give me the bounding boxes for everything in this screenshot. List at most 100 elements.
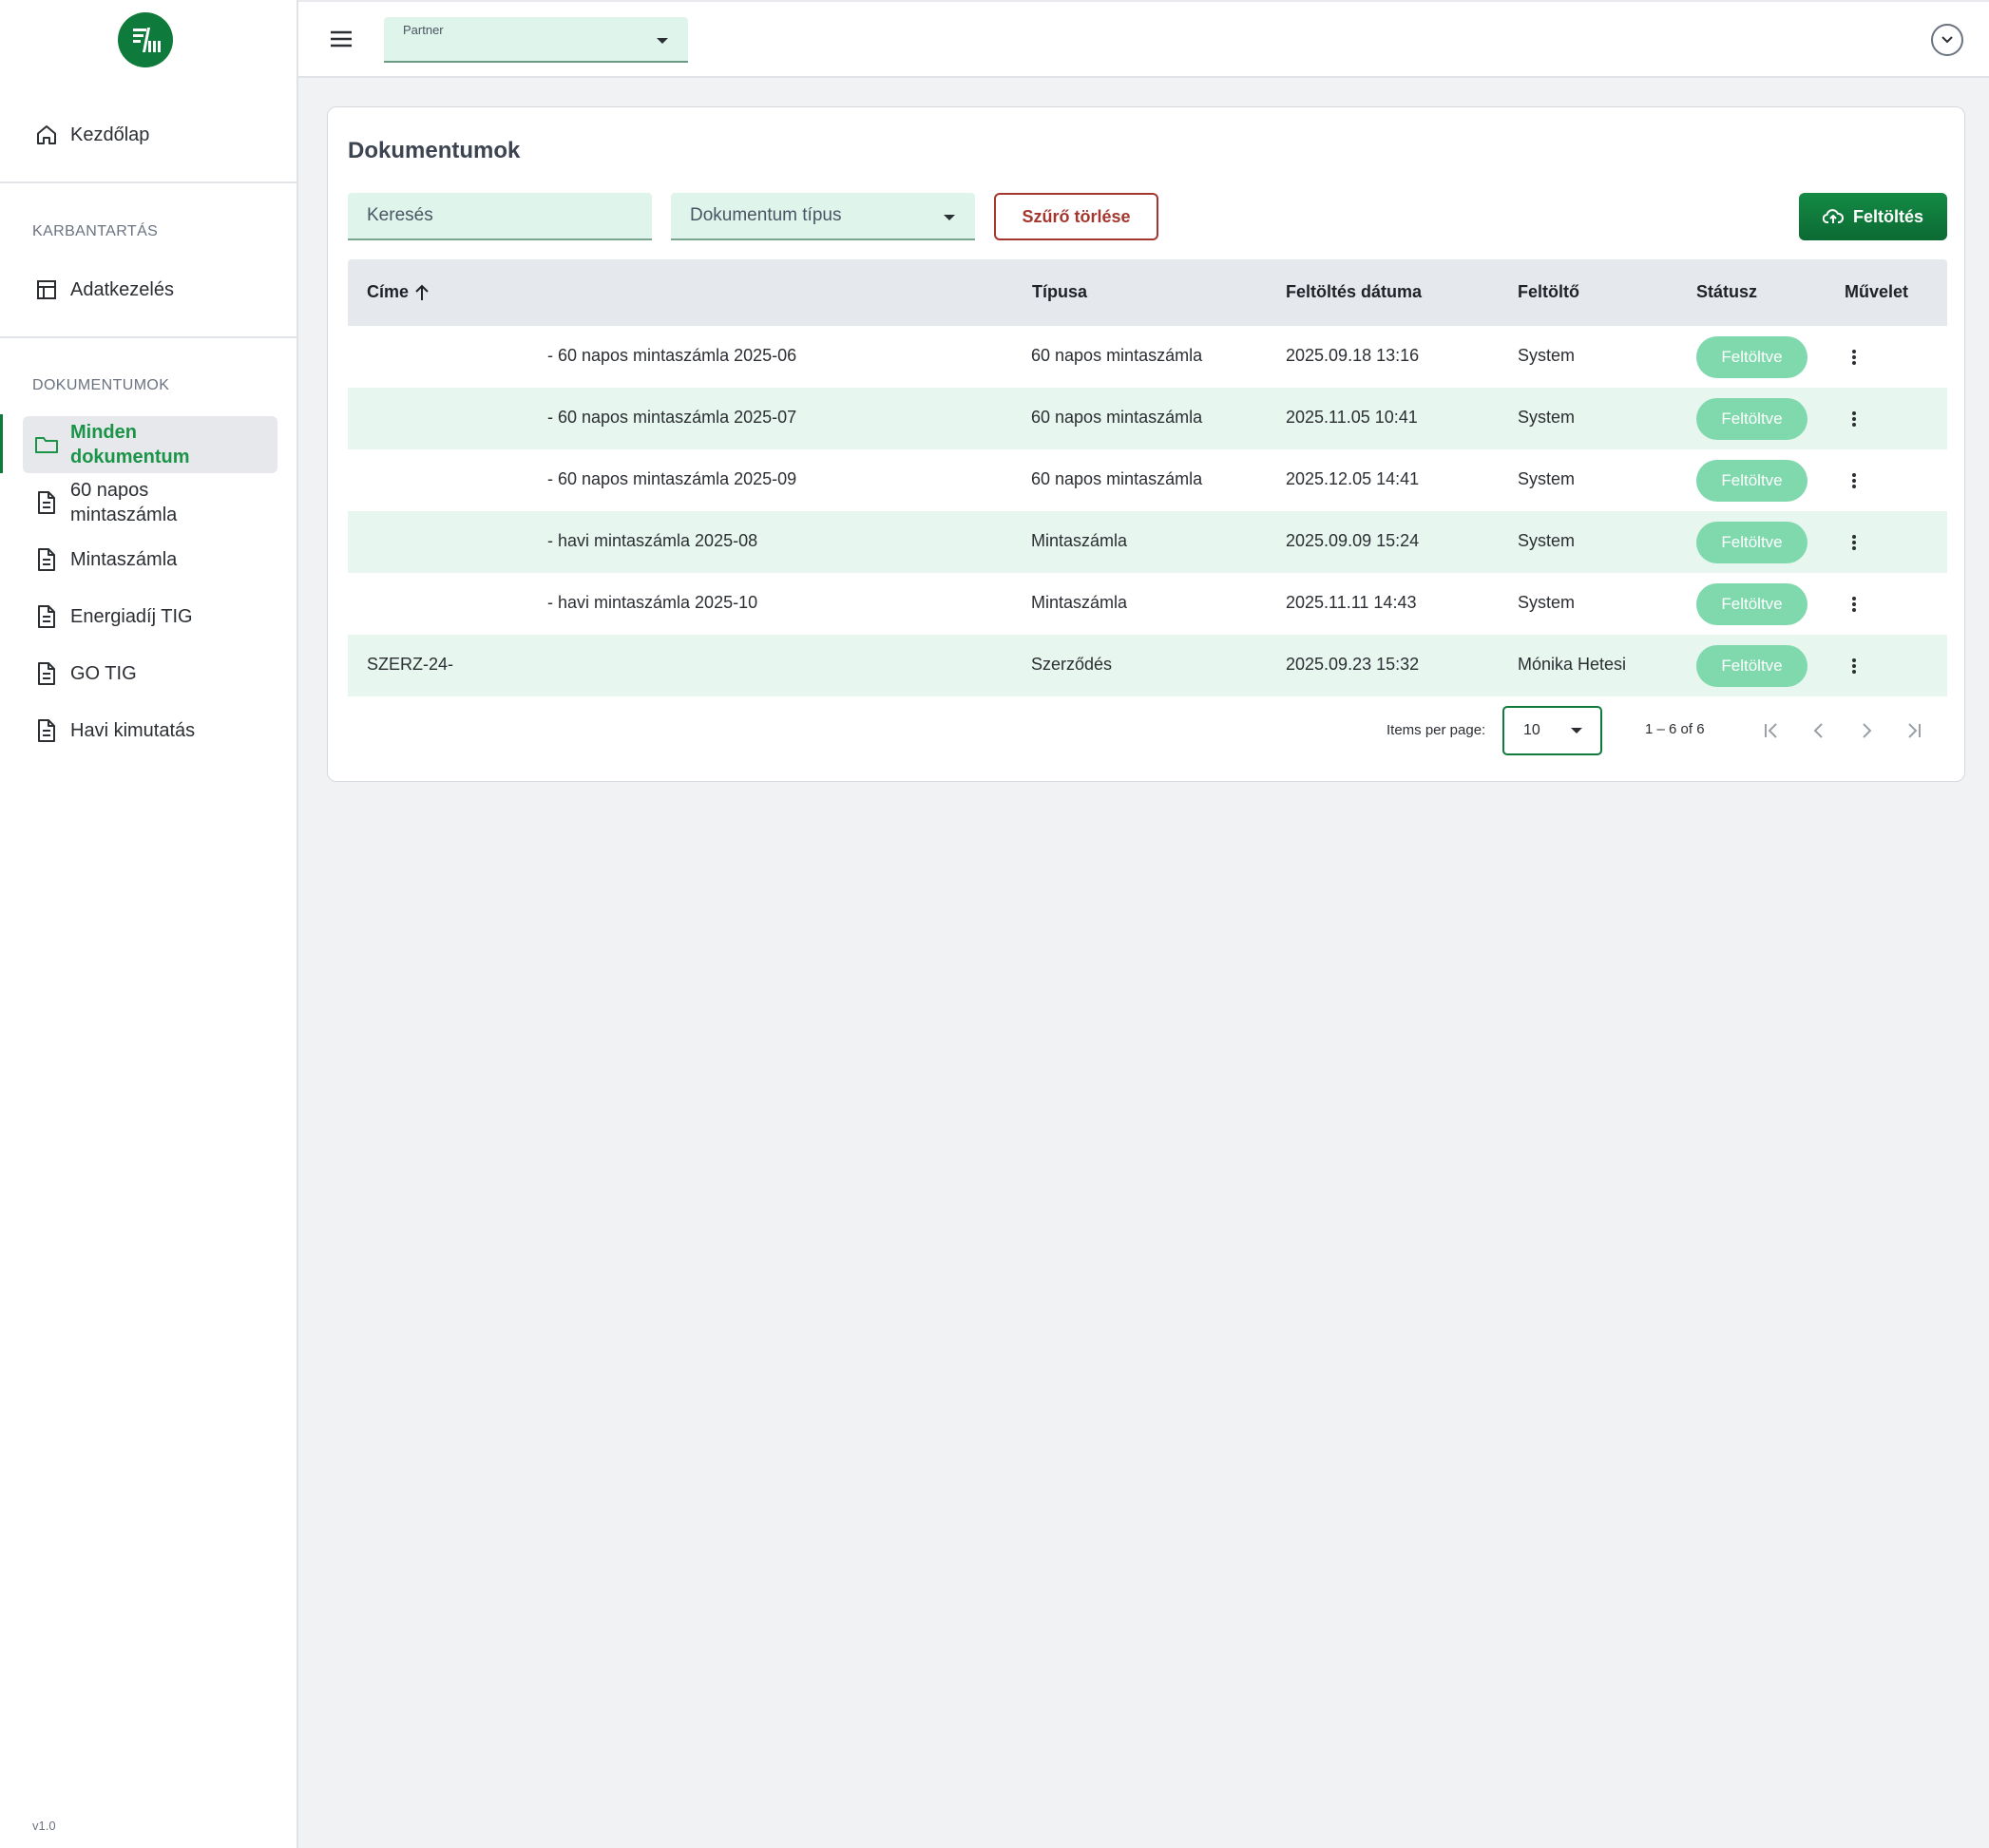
sidebar-item-60-day-invoice[interactable]: 60 napos mintaszámla	[23, 478, 277, 527]
cell-uploader: System	[1518, 408, 1576, 427]
search-input[interactable]	[348, 193, 652, 240]
user-menu-button[interactable]	[1931, 24, 1963, 56]
table-row[interactable]: - 60 napos mintaszámla 2025-07 60 napos …	[348, 388, 1947, 449]
table-row[interactable]: SZERZ-24- Szerződés 2025.09.23 15:32 Món…	[348, 635, 1947, 696]
cloud-upload-icon	[1822, 209, 1844, 223]
column-header-actions: Művelet	[1845, 282, 1909, 301]
cell-title[interactable]: SZERZ-24-	[367, 655, 453, 675]
cell-title[interactable]: - 60 napos mintaszámla 2025-06	[547, 346, 796, 366]
table-row[interactable]: - 60 napos mintaszámla 2025-09 60 napos …	[348, 449, 1947, 511]
cell-uploader: System	[1518, 469, 1576, 488]
document-type-select[interactable]: Dokumentum típus	[671, 193, 975, 240]
sidebar-item-all-documents[interactable]: Minden dokumentum	[23, 416, 277, 473]
document-icon	[23, 490, 70, 515]
cell-uploader: System	[1518, 593, 1576, 612]
status-badge: Feltöltve	[1696, 398, 1807, 440]
sidebar-item-label: Energiadíj TIG	[70, 606, 193, 627]
column-header-type[interactable]: Típusa	[1032, 282, 1087, 302]
status-badge: Feltöltve	[1696, 460, 1807, 502]
caret-down-icon	[1571, 728, 1582, 733]
table-row[interactable]: - havi mintaszámla 2025-08 Mintaszámla 2…	[348, 511, 1947, 573]
cell-date: 2025.11.11 14:43	[1286, 593, 1417, 612]
section-title-documents: DOKUMENTUMOK	[32, 377, 170, 393]
partner-select[interactable]: Partner	[384, 17, 688, 63]
cell-uploader: Mónika Hetesi	[1518, 655, 1627, 674]
app-version: v1.0	[32, 1819, 56, 1833]
row-actions-button[interactable]	[1843, 406, 1865, 432]
sidebar-item-monthly-report[interactable]: Havi kimutatás	[23, 715, 277, 746]
status-badge: Feltöltve	[1696, 336, 1807, 378]
sidebar-item-label: Adatkezelés	[70, 279, 174, 300]
cell-title[interactable]: - 60 napos mintaszámla 2025-07	[547, 408, 796, 428]
row-actions-button[interactable]	[1843, 467, 1865, 494]
sidebar-item-label: Kezdőlap	[70, 124, 150, 145]
cell-title[interactable]: - havi mintaszámla 2025-10	[547, 593, 757, 613]
row-actions-button[interactable]	[1843, 653, 1865, 679]
more-vert-icon	[1852, 597, 1856, 612]
column-header-title[interactable]: Címe	[367, 282, 430, 302]
page-size-select[interactable]: 10	[1502, 706, 1602, 755]
sidebar-item-label: Mintaszámla	[70, 549, 178, 570]
cell-title[interactable]: - 60 napos mintaszámla 2025-09	[547, 469, 796, 489]
more-vert-icon	[1852, 350, 1856, 365]
first-page-icon	[1765, 723, 1777, 738]
upload-button[interactable]: Feltöltés	[1799, 193, 1947, 240]
previous-page-button[interactable]	[1804, 715, 1834, 746]
caret-down-icon	[657, 38, 668, 44]
more-vert-icon	[1852, 535, 1856, 550]
first-page-button[interactable]	[1756, 715, 1787, 746]
cell-date: 2025.09.18 13:16	[1286, 346, 1420, 365]
column-header-status: Státusz	[1696, 282, 1758, 301]
documents-table: Címe Típusa Feltöltés dátuma Feltöltő St…	[348, 259, 1947, 696]
cell-type: 60 napos mintaszámla	[1031, 408, 1203, 427]
clear-filter-button[interactable]: Szűrő törlése	[994, 193, 1158, 240]
table-icon	[23, 278, 70, 301]
document-icon	[23, 718, 70, 743]
items-per-page-label: Items per page:	[1387, 722, 1486, 738]
column-header-upload-date[interactable]: Feltöltés dátuma	[1286, 282, 1422, 302]
status-badge: Feltöltve	[1696, 583, 1807, 625]
menu-toggle-button[interactable]	[327, 25, 355, 53]
logo-icon	[133, 28, 161, 52]
document-icon	[23, 547, 70, 572]
sidebar: Kezdőlap KARBANTARTÁS Adatkezelés DOKUME…	[0, 0, 298, 1848]
document-type-select-label: Dokumentum típus	[690, 205, 842, 225]
sidebar-item-sample-invoice[interactable]: Mintaszámla	[23, 544, 277, 575]
chevron-left-icon	[1813, 723, 1823, 738]
app-logo[interactable]	[118, 12, 173, 67]
app-root: Kezdőlap KARBANTARTÁS Adatkezelés DOKUME…	[0, 0, 1989, 1848]
documents-card: Dokumentumok Dokumentum típus Szűrő törl…	[327, 106, 1965, 782]
more-vert-icon	[1852, 658, 1856, 674]
sidebar-item-label: 60 napos mintaszámla	[70, 480, 178, 525]
table-row[interactable]: - havi mintaszámla 2025-10 Mintaszámla 2…	[348, 573, 1947, 635]
document-icon	[23, 604, 70, 629]
sidebar-item-go-tig[interactable]: GO TIG	[23, 658, 277, 689]
row-actions-button[interactable]	[1843, 529, 1865, 556]
cell-title[interactable]: - havi mintaszámla 2025-08	[547, 531, 757, 551]
cell-type: Mintaszámla	[1031, 531, 1128, 550]
sidebar-item-label: Minden dokumentum	[70, 422, 190, 467]
page-title: Dokumentumok	[348, 138, 521, 163]
next-page-button[interactable]	[1851, 715, 1882, 746]
cell-uploader: System	[1518, 346, 1576, 365]
section-title-maintenance: KARBANTARTÁS	[32, 223, 159, 239]
sidebar-item-energy-tig[interactable]: Energiadíj TIG	[23, 601, 277, 632]
last-page-button[interactable]	[1899, 715, 1929, 746]
home-icon	[23, 124, 70, 146]
more-vert-icon	[1852, 473, 1856, 488]
cell-type: Mintaszámla	[1031, 593, 1128, 612]
sidebar-divider	[0, 336, 296, 338]
column-header-uploader[interactable]: Feltöltő	[1518, 282, 1579, 302]
caret-down-icon	[944, 215, 955, 220]
table-row[interactable]: - 60 napos mintaszámla 2025-06 60 napos …	[348, 326, 1947, 388]
document-icon	[23, 661, 70, 686]
more-vert-icon	[1852, 411, 1856, 427]
top-bar: Partner	[298, 0, 1989, 78]
sidebar-item-data-management[interactable]: Adatkezelés	[23, 275, 277, 305]
row-actions-button[interactable]	[1843, 344, 1865, 371]
cell-type: Szerződés	[1031, 655, 1113, 674]
cell-type: 60 napos mintaszámla	[1031, 469, 1203, 488]
row-actions-button[interactable]	[1843, 591, 1865, 618]
arrow-up-icon	[415, 284, 429, 300]
sidebar-item-home[interactable]: Kezdőlap	[23, 120, 277, 150]
